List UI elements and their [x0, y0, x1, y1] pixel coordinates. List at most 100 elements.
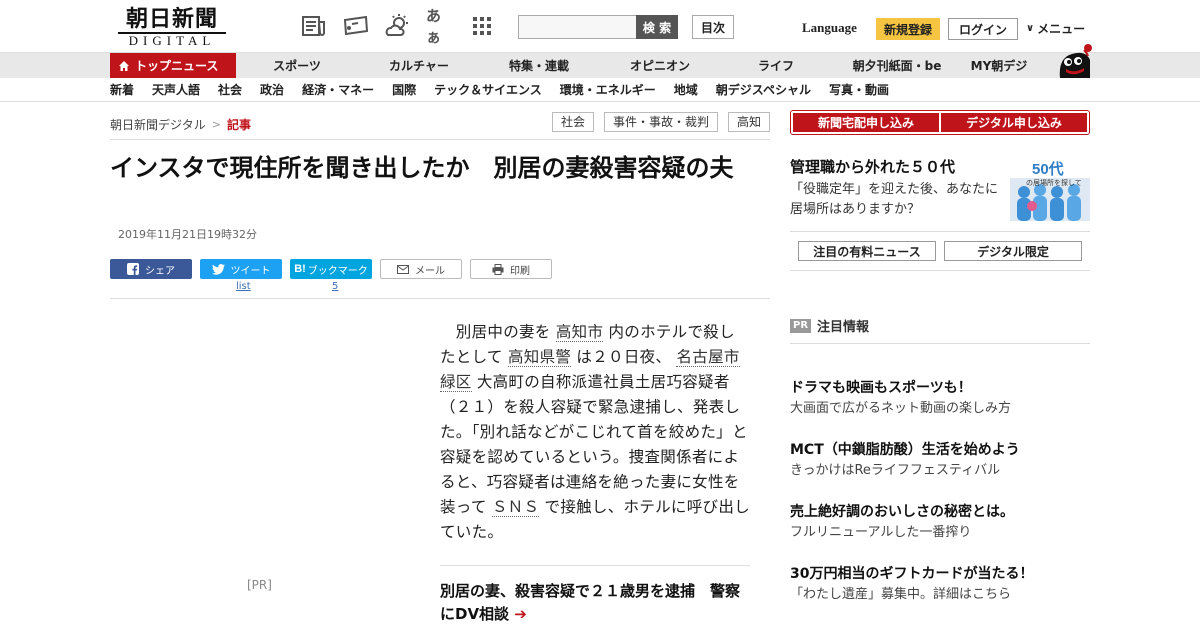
- breadcrumb-home[interactable]: 朝日新聞デジタル: [110, 116, 206, 133]
- nav-paper[interactable]: 朝夕刊紙面・be: [830, 53, 964, 79]
- nav2-tech[interactable]: テック＆サイエンス: [434, 78, 542, 102]
- chevron-down-icon: ∨: [1026, 23, 1035, 34]
- nav-top-news[interactable]: トップニュース: [110, 53, 236, 79]
- pr-list-item[interactable]: 売上絶好調のおいしさの秘密とは。 フルリニューアルした一番搾り: [790, 502, 1090, 564]
- nav2-politics[interactable]: 政治: [260, 78, 284, 102]
- pr-badge: PR: [790, 318, 812, 333]
- pr-item-subtitle: フルリニューアルした一番搾り: [790, 525, 972, 540]
- subscribe-delivery-button[interactable]: 新聞宅配申し込み: [793, 113, 939, 132]
- related-article-link[interactable]: 別居の妻、殺害容疑で２１歳男を逮捕 警察にDV相談 ➔: [440, 580, 740, 626]
- tab-digital-only[interactable]: デジタル限定: [944, 241, 1082, 261]
- grid-menu-icon[interactable]: [468, 12, 496, 40]
- nav-features[interactable]: 特集・連載: [480, 53, 598, 79]
- pr-list-item[interactable]: MCT（中鎖脂肪酸）生活を始めよう きっかけはReライフフェスティバル: [790, 440, 1090, 502]
- nav2-special[interactable]: 朝デジスペシャル: [716, 78, 811, 102]
- header-tools: あぁ: [300, 7, 496, 46]
- nav2-economy[interactable]: 経済・マネー: [302, 78, 374, 102]
- toc-button[interactable]: 目次: [692, 15, 734, 39]
- logo-subtext: DIGITAL: [118, 32, 226, 48]
- nav2-latest[interactable]: 新着: [110, 78, 134, 102]
- nav2-society[interactable]: 社会: [218, 78, 242, 102]
- keyword-link-kochi[interactable]: 高知市: [555, 323, 604, 342]
- nav2-international[interactable]: 国際: [392, 78, 416, 102]
- sidebar-tabs: 注目の有料ニュース デジタル限定: [798, 241, 1082, 261]
- breadcrumb-separator: >: [211, 118, 221, 131]
- twitter-share-button[interactable]: ツイート: [200, 259, 282, 279]
- pr-section-heading: PR 注目情報: [790, 316, 869, 335]
- hatena-count[interactable]: 5: [332, 281, 338, 292]
- pr-item-title: 30万円相当のギフトカードが当たる！: [790, 566, 1034, 582]
- weather-icon[interactable]: [384, 12, 412, 40]
- print-icon: [492, 263, 504, 275]
- article-date: 2019年11月21日19時32分: [118, 228, 257, 241]
- hatena-bookmark-button[interactable]: B! ブックマーク: [290, 259, 372, 279]
- nav2-environment[interactable]: 環境・エネルギー: [560, 78, 656, 102]
- nav-life[interactable]: ライフ: [722, 53, 830, 79]
- divider: [790, 231, 1090, 232]
- facebook-share-button[interactable]: シェア: [110, 259, 192, 279]
- nav2-tenseijingo[interactable]: 天声人語: [152, 78, 200, 102]
- article-body: 別居中の妻を 高知市 内のホテルで殺したとして 高知県警 は２０日夜、 名古屋市…: [440, 320, 750, 545]
- mascot-icon[interactable]: [1054, 44, 1094, 78]
- menu-button[interactable]: ∨ メニュー: [1026, 20, 1085, 37]
- divider: [110, 139, 770, 140]
- twitter-count[interactable]: list: [236, 281, 251, 292]
- pr-list: ドラマも映画もスポーツも！ 大画面で広がるネット動画の楽しみ方 MCT（中鎖脂肪…: [790, 378, 1090, 626]
- site-header: 朝日新聞 DIGITAL あぁ 検 索 目次 Language 新規登録 ログイ…: [0, 0, 1200, 52]
- keyword-link-kochi-police[interactable]: 高知県警: [507, 348, 572, 367]
- tag-society[interactable]: 社会: [551, 112, 594, 132]
- facebook-icon: [127, 263, 139, 275]
- menu-label: メニュー: [1037, 22, 1086, 36]
- pr-item-subtitle: 大画面で広がるネット動画の楽しみ方: [790, 401, 1012, 416]
- keyword-link-sns[interactable]: ＳＮＳ: [491, 498, 540, 517]
- primary-nav: トップニュース スポーツ カルチャー 特集・連載 オピニオン ライフ 朝夕刊紙面…: [0, 52, 1200, 79]
- search-input[interactable]: [518, 15, 636, 39]
- pr-label: [PR]: [247, 578, 272, 592]
- search-button[interactable]: 検 索: [636, 15, 678, 39]
- mail-icon: [397, 265, 409, 274]
- arrow-right-icon: ➔: [514, 605, 527, 623]
- newspaper-icon[interactable]: [300, 12, 328, 40]
- hatena-icon: B!: [294, 263, 306, 275]
- promo-text[interactable]: 「役職定年」を迎えた後、あなたに居場所はありますか？: [790, 180, 1005, 220]
- subscribe-box: 新聞宅配申し込み デジタル申し込み: [790, 110, 1090, 135]
- nav-my-asadigi[interactable]: MY朝デジ: [964, 53, 1034, 79]
- pr-item-title: ドラマも映画もスポーツも！: [790, 380, 972, 396]
- font-size-icon[interactable]: あぁ: [426, 7, 454, 46]
- login-button[interactable]: ログイン: [948, 18, 1018, 40]
- divider: [790, 270, 1090, 271]
- tab-paid-news[interactable]: 注目の有料ニュース: [798, 241, 936, 261]
- body-text: 大高町の自称派遣社員土居巧容疑者（２１）を殺人容疑で緊急逮捕し、発表した。「別れ…: [440, 373, 748, 516]
- tag-kochi[interactable]: 高知: [727, 112, 770, 132]
- scrapbook-icon[interactable]: [342, 12, 370, 40]
- print-button[interactable]: 印刷: [470, 259, 552, 279]
- nav-label: トップニュース: [135, 59, 219, 73]
- pr-item-title: MCT（中鎖脂肪酸）生活を始めよう: [790, 442, 1020, 458]
- pr-list-item[interactable]: 30万円相当のギフトカードが当たる！ 「わたし遺産」募集中。詳細はこちら: [790, 564, 1090, 626]
- hatena-bookmark-label: ブックマーク: [307, 265, 368, 277]
- related-article-title: 別居の妻、殺害容疑で２１歳男を逮捕 警察にDV相談: [440, 582, 741, 623]
- tag-incidents[interactable]: 事件・事故・裁判: [603, 112, 718, 132]
- promo-image[interactable]: 50代 の居場所を探して: [1010, 156, 1090, 221]
- breadcrumb-current: 記事: [226, 118, 251, 132]
- language-link[interactable]: Language: [802, 20, 857, 36]
- breadcrumb: 朝日新聞デジタル > 記事: [110, 116, 251, 133]
- twitter-icon: [211, 263, 225, 275]
- nav-opinion[interactable]: オピニオン: [598, 53, 722, 79]
- nav2-photo-video[interactable]: 写真・動画: [829, 78, 889, 102]
- body-text: は２０日夜、: [576, 348, 672, 366]
- register-button[interactable]: 新規登録: [876, 18, 940, 40]
- pr-item-subtitle: 「わたし遺産」募集中。詳細はこちら: [790, 587, 1012, 602]
- nav-culture[interactable]: カルチャー: [358, 53, 480, 79]
- body-text: で接触し、ホテルに呼び出していた。: [440, 498, 750, 541]
- nav-sports[interactable]: スポーツ: [236, 53, 358, 79]
- twitter-share-label: ツイート: [230, 265, 271, 277]
- divider: [790, 343, 1090, 344]
- asahi-logo[interactable]: 朝日新聞 DIGITAL: [112, 6, 232, 48]
- pr-list-item[interactable]: ドラマも映画もスポーツも！ 大画面で広がるネット動画の楽しみ方: [790, 378, 1090, 440]
- subscribe-digital-button[interactable]: デジタル申し込み: [941, 113, 1087, 132]
- nav2-region[interactable]: 地域: [674, 78, 698, 102]
- mail-button[interactable]: メール: [380, 259, 462, 279]
- promo-title[interactable]: 管理職から外れた５０代: [790, 156, 955, 177]
- share-bar: シェア ツイート B! ブックマーク メール 印刷: [110, 259, 552, 279]
